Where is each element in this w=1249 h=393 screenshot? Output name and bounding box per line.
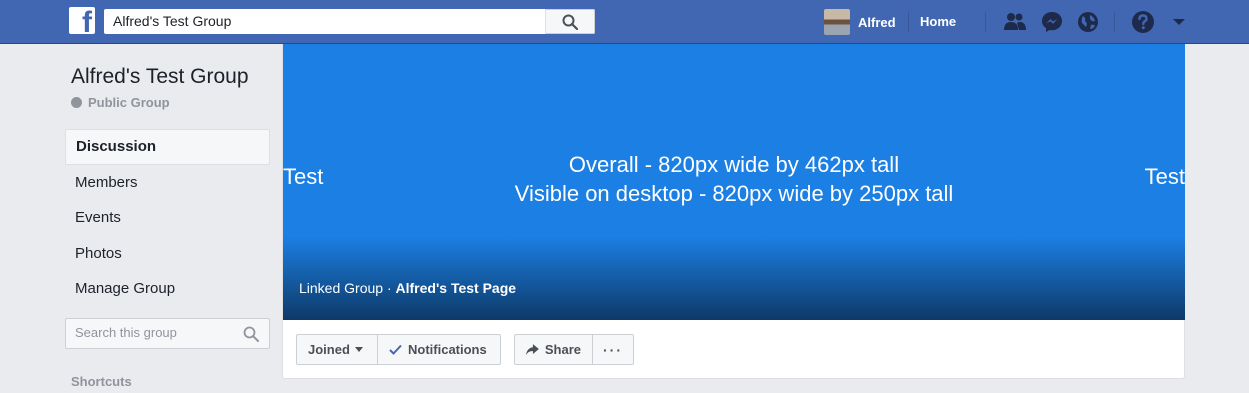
notifications-button[interactable]: Notifications: [378, 334, 501, 365]
linked-group-caption: Linked Group · Alfred's Test Page: [299, 280, 516, 296]
nav-divider: [908, 12, 909, 32]
messenger-icon[interactable]: [1039, 9, 1065, 35]
linked-group-prefix: Linked Group ·: [299, 280, 396, 296]
cover-side-text-right: Test: [1144, 164, 1185, 189]
nav-item-discussion[interactable]: Discussion: [65, 129, 270, 165]
public-globe-icon: [71, 97, 82, 108]
group-search-box[interactable]: [65, 318, 270, 349]
joined-label: Joined: [308, 342, 350, 357]
facebook-logo-letter: f: [82, 7, 92, 35]
group-left-nav: Discussion Members Events Photos Manage …: [65, 129, 270, 307]
search-button[interactable]: [545, 9, 595, 34]
more-dots-icon: ···: [603, 341, 623, 358]
caret-down-icon: [354, 347, 363, 352]
global-search-box[interactable]: Alfred's Test Group: [104, 9, 595, 34]
group-actions: Joined Notifications Share ···: [296, 334, 634, 365]
cover-gradient: [283, 236, 1185, 320]
help-icon[interactable]: [1130, 9, 1156, 35]
group-privacy: Public Group: [71, 95, 170, 110]
friend-requests-icon[interactable]: [1002, 9, 1028, 35]
nav-item-members[interactable]: Members: [65, 165, 270, 201]
share-label: Share: [544, 342, 581, 357]
group-search-input[interactable]: [75, 325, 235, 340]
share-button[interactable]: Share: [514, 334, 593, 365]
nav-item-photos[interactable]: Photos: [65, 236, 270, 272]
notifications-label: Notifications: [408, 342, 487, 357]
nav-item-manage-group[interactable]: Manage Group: [65, 271, 270, 307]
profile-link[interactable]: Alfred: [824, 8, 896, 36]
nav-divider: [985, 12, 986, 32]
avatar: [824, 9, 850, 35]
group-header-card: Test Overall - 820px wide by 462px tall …: [282, 44, 1185, 379]
shortcuts-heading: Shortcuts: [71, 374, 132, 389]
profile-name: Alfred: [858, 14, 896, 30]
nav-divider: [1114, 12, 1115, 32]
account-menu-chevron-icon[interactable]: [1166, 9, 1192, 35]
cover-text-line-1: Overall - 820px wide by 462px tall: [568, 152, 900, 177]
home-link[interactable]: Home: [920, 14, 956, 29]
group-title[interactable]: Alfred's Test Group: [71, 65, 249, 89]
search-icon: [562, 14, 578, 30]
search-icon[interactable]: [243, 326, 259, 342]
group-privacy-label: Public Group: [88, 95, 170, 110]
global-search-input[interactable]: Alfred's Test Group: [113, 13, 231, 29]
more-options-button[interactable]: ···: [593, 334, 634, 365]
checkmark-icon: [389, 344, 402, 355]
joined-button[interactable]: Joined: [296, 334, 378, 365]
top-navigation-bar: f Alfred's Test Group Alfred Home: [0, 0, 1249, 44]
share-arrow-icon: [526, 343, 539, 355]
linked-page-link[interactable]: Alfred's Test Page: [396, 280, 517, 296]
cover-text-line-2: Visible on desktop - 820px wide by 250px…: [514, 181, 954, 206]
nav-item-events[interactable]: Events: [65, 200, 270, 236]
cover-photo[interactable]: Test Overall - 820px wide by 462px tall …: [283, 44, 1185, 320]
notifications-globe-icon[interactable]: [1075, 9, 1101, 35]
facebook-logo-icon[interactable]: f: [69, 7, 95, 34]
